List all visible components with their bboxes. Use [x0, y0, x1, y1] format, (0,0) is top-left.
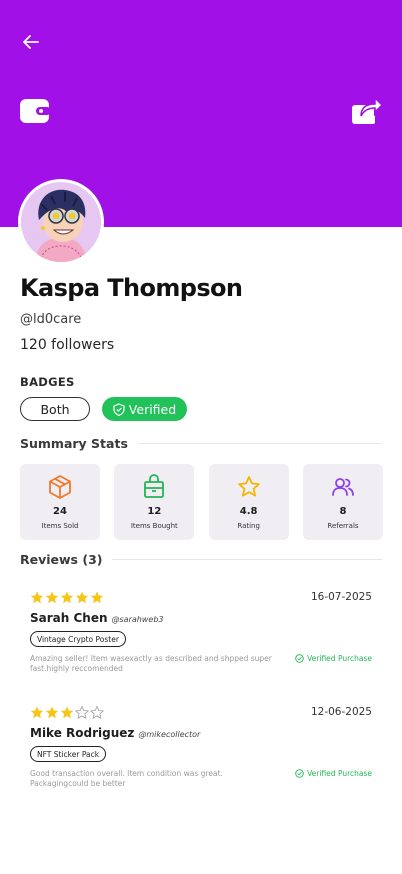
avatar-illustration — [21, 182, 101, 262]
followers-count[interactable]: 120 followers — [20, 337, 114, 353]
wallet-button[interactable] — [19, 97, 51, 125]
star-empty-icon — [75, 706, 89, 719]
review-card: 16-07-2025 Sarah Chen @sarahweb3 Vintage … — [30, 591, 372, 681]
reviewer-name: Sarah Chen @sarahweb3 — [30, 611, 163, 625]
stat-referrals[interactable]: 8 Referrals — [302, 464, 383, 540]
arrow-left-icon — [23, 35, 39, 49]
stat-items-sold[interactable]: 24 Items Sold — [20, 464, 100, 540]
share-icon — [352, 96, 384, 124]
star-filled-icon — [30, 591, 44, 604]
stat-label: Rating — [237, 522, 260, 530]
divider — [137, 442, 382, 444]
stat-label: Items Sold — [41, 522, 79, 530]
section-title: Summary Stats — [20, 435, 128, 451]
reviewer-handle: @sarahweb3 — [111, 615, 164, 624]
stat-label: Referrals — [327, 522, 359, 530]
reviewer-name-text: Sarah Chen — [30, 611, 108, 625]
box-icon — [49, 475, 71, 499]
section-title: Reviews (3) — [20, 551, 103, 567]
summary-stats-heading: Summary Stats — [20, 434, 382, 452]
reviews-heading: Reviews (3) — [20, 550, 382, 568]
stat-value: 12 — [147, 506, 162, 517]
reviewer-name: Mike Rodriguez @mikecollector — [30, 726, 200, 740]
shopping-bag-icon — [144, 474, 165, 498]
reviewer-name-text: Mike Rodriguez — [30, 726, 135, 740]
product-tag[interactable]: NFT Sticker Pack — [30, 746, 107, 762]
verified-purchase: Verified Purchase — [295, 654, 372, 663]
reviewer-handle: @mikecollector — [138, 730, 201, 739]
review-comment: Good transaction overall. Item condition… — [30, 769, 223, 788]
review-card: 12-06-2025 Mike Rodriguez @mikecollector … — [30, 706, 372, 796]
stat-value: 4.8 — [239, 506, 258, 517]
stat-rating[interactable]: 4.8 Rating — [208, 464, 289, 540]
check-circle-icon — [295, 654, 304, 663]
stat-value: 8 — [339, 506, 347, 517]
star-filled-icon — [60, 591, 74, 604]
review-comment: Amazing seller! Item wasexactly as descr… — [30, 654, 272, 673]
star-rating — [30, 706, 104, 719]
badge-verified: Verified — [102, 397, 187, 421]
star-filled-icon — [45, 706, 59, 719]
product-tag[interactable]: Vintage Crypto Poster — [30, 631, 126, 647]
share-button[interactable] — [351, 94, 384, 126]
stat-value: 24 — [53, 506, 67, 517]
star-filled-icon — [90, 591, 104, 604]
stat-label: Items Bought — [130, 522, 178, 530]
shield-check-icon — [113, 402, 125, 416]
badges-label: BADGES — [20, 375, 75, 389]
back-button[interactable] — [20, 31, 42, 53]
star-rating — [30, 591, 104, 604]
avatar — [18, 179, 104, 265]
star-icon — [237, 476, 260, 497]
users-icon — [332, 478, 354, 496]
badge-label: Verified — [128, 401, 177, 417]
review-date: 16-07-2025 — [310, 591, 372, 603]
star-empty-icon — [90, 706, 104, 719]
verified-purchase-label: Verified Purchase — [307, 769, 372, 778]
star-filled-icon — [30, 706, 44, 719]
verified-purchase-label: Verified Purchase — [307, 654, 372, 663]
badge-label: Both — [40, 401, 70, 417]
star-filled-icon — [75, 591, 89, 604]
profile-handle: @ld0care — [20, 312, 82, 327]
stat-items-bought[interactable]: 12 Items Bought — [114, 464, 195, 540]
verified-purchase: Verified Purchase — [295, 769, 372, 778]
wallet-icon — [20, 99, 51, 123]
review-date: 12-06-2025 — [310, 706, 372, 718]
star-filled-icon — [45, 591, 59, 604]
badge-both: Both — [20, 397, 90, 421]
divider — [112, 558, 382, 560]
star-filled-icon — [60, 706, 74, 719]
profile-name: Kaspa Thompson — [20, 274, 243, 302]
check-circle-icon — [295, 769, 304, 778]
stats-row: 24 Items Sold 12 Items Bought 4.8 Rating… — [20, 464, 383, 540]
